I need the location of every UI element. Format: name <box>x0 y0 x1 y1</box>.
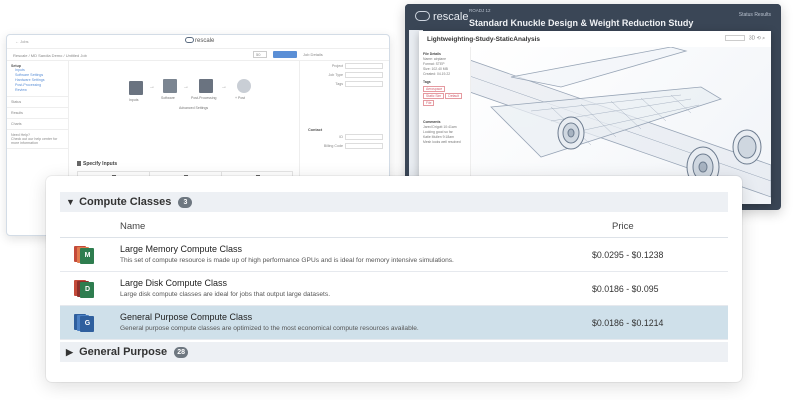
disk-class-icon: D <box>74 280 94 298</box>
row-price: $0.0295 - $0.1238 <box>592 250 664 260</box>
row-title: Large Disk Compute Class <box>120 278 228 288</box>
cloud-icon <box>415 11 430 21</box>
table-row[interactable]: D Large Disk Compute Class Large disk co… <box>60 272 728 306</box>
workflow-diagram: Inputs → Software → Post-Processing → + … <box>125 75 265 115</box>
modal-title: Lightweighting-Study-StaticAnalysis <box>427 36 541 43</box>
job-id: ROADJ 12 <box>469 8 491 13</box>
compute-classes-panel: ▼ Compute Classes 3 Name Price M Large M… <box>46 176 742 382</box>
modal-controls[interactable]: 3D ⟲ ⌕ <box>724 35 765 41</box>
file-icon <box>77 161 81 166</box>
tag-list: AerospaceStatic Sim Default File <box>423 85 466 106</box>
viewer-header: rescale ROADJ 12 Standard Knuckle Design… <box>405 4 781 30</box>
row-price: $0.0186 - $0.095 <box>592 284 659 294</box>
count-badge: 3 <box>178 197 193 208</box>
project-field[interactable]: Project <box>310 63 383 70</box>
contact-heading: Contact <box>308 128 323 132</box>
software-node-label: Software <box>161 96 175 100</box>
row-title: General Purpose Compute Class <box>120 312 253 322</box>
add-node-icon[interactable] <box>237 79 251 93</box>
sidebar-item-charts[interactable]: Charts <box>7 119 68 130</box>
arrow-right-icon: → <box>149 84 155 90</box>
memory-class-icon: M <box>74 246 94 264</box>
row-description: This set of compute resource is made up … <box>120 257 454 264</box>
group-label: Compute Classes <box>79 196 172 208</box>
job-title: Standard Knuckle Design & Weight Reducti… <box>469 18 694 28</box>
general-purpose-group-header[interactable]: ▶ General Purpose 28 <box>60 342 728 362</box>
help-box: Need Help? Check out our help center for… <box>7 130 68 149</box>
detail-line: Created: 04.19.22 <box>423 72 451 76</box>
job-details-tab[interactable]: Job Details <box>303 52 323 57</box>
brand-logo: rescale <box>185 37 214 44</box>
sidebar-item-status[interactable]: Status <box>7 97 68 108</box>
job-setup-topbar: ← Jobs rescale <box>7 35 389 49</box>
chevron-down-icon: ▼ <box>66 197 75 207</box>
table-header: Name Price <box>60 214 728 238</box>
post-node-label: Post-Processing <box>191 96 217 100</box>
job-setup-subbar: Rescale / MD Sandia Demo / Untitled Job … <box>7 49 389 61</box>
comment-line: Mesh looks well resolved <box>423 140 461 144</box>
id-field[interactable]: ID <box>310 134 383 141</box>
tag-chip[interactable]: Aerospace <box>423 86 446 92</box>
brand-name: rescale <box>195 38 215 44</box>
column-header-name[interactable]: Name <box>120 221 145 232</box>
breadcrumb[interactable]: Rescale / MD Sandia Demo / Untitled Job <box>13 53 87 58</box>
table-row-selected[interactable]: G General Purpose Compute Class General … <box>60 306 728 340</box>
row-description: General purpose compute classes are opti… <box>120 325 419 332</box>
row-description: Large disk compute classes are ideal for… <box>120 291 331 298</box>
software-node-icon[interactable] <box>163 79 177 93</box>
inputs-node-label: Inputs <box>129 98 139 102</box>
inputs-node-icon[interactable] <box>129 81 143 95</box>
post-node-icon[interactable] <box>199 79 213 93</box>
job-type-field[interactable]: Job Type <box>310 72 383 79</box>
count-badge: 28 <box>174 347 189 358</box>
sidebar-item-results[interactable]: Results <box>7 108 68 119</box>
tag-chip[interactable]: Default <box>445 93 463 99</box>
arrow-right-icon: → <box>221 84 227 90</box>
submit-button[interactable] <box>273 51 297 58</box>
row-title: Large Memory Compute Class <box>120 244 243 254</box>
tags-field[interactable]: Tags <box>310 81 383 88</box>
sidebar-setup-group: Setup Inputs Software Settings Hardware … <box>7 61 68 97</box>
zoom-select[interactable]: 50 <box>253 51 267 58</box>
header-tabs[interactable]: Status Results <box>739 12 771 18</box>
back-link[interactable]: ← Jobs <box>15 39 29 44</box>
specify-inputs-heading: Specify Inputs <box>77 161 117 167</box>
tag-chip[interactable]: File <box>423 100 435 106</box>
arrow-right-icon: → <box>183 84 189 90</box>
group-label: General Purpose <box>79 346 168 358</box>
brand-logo: rescale <box>415 11 468 23</box>
help-text: Check out our help center for more infor… <box>11 137 58 145</box>
general-purpose-class-icon: G <box>74 314 94 332</box>
sidebar-subitem[interactable]: Review <box>11 88 64 93</box>
hardware-node-label[interactable]: Advanced Settings <box>179 106 208 110</box>
view-select[interactable] <box>724 35 745 41</box>
column-header-price[interactable]: Price <box>612 221 634 232</box>
row-price: $0.0186 - $0.1214 <box>592 318 664 328</box>
chevron-right-icon: ▶ <box>66 347 73 357</box>
tag-chip[interactable]: Static Sim <box>423 93 445 99</box>
cloud-icon <box>185 37 194 43</box>
table-row[interactable]: M Large Memory Compute Class This set of… <box>60 238 728 272</box>
add-node-label[interactable]: + Post <box>235 96 245 100</box>
billing-code-field[interactable]: Billing Code <box>310 143 383 150</box>
compute-classes-group-header[interactable]: ▼ Compute Classes 3 <box>60 192 728 212</box>
